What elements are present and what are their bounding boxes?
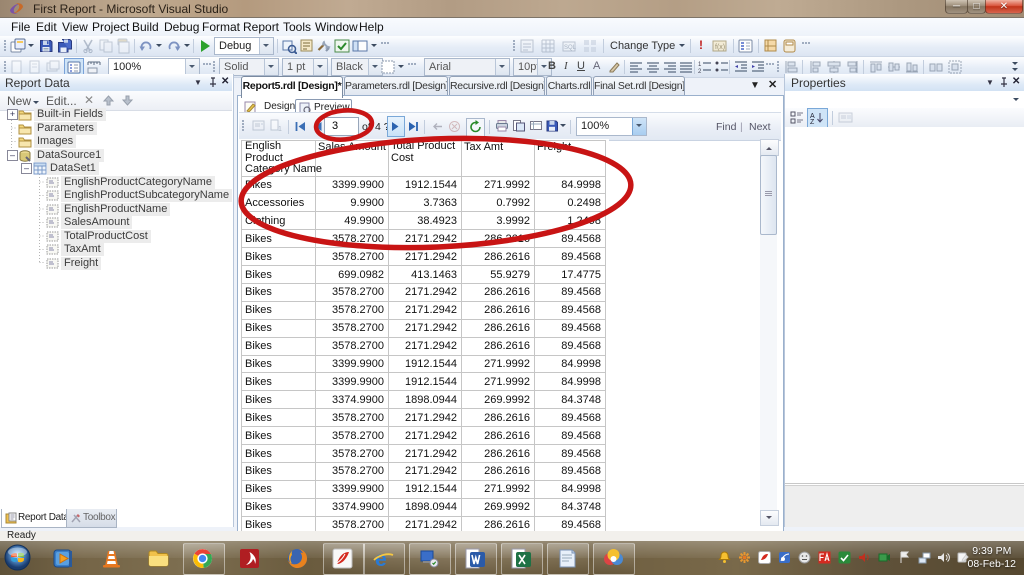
svg-text:Z: Z: [810, 119, 815, 124]
svg-text:f(x): f(x): [715, 44, 725, 51]
svg-text:1: 1: [698, 62, 702, 68]
svg-text:e: e: [375, 548, 387, 570]
svg-text:SQL: SQL: [564, 45, 577, 51]
svg-text:1: 1: [278, 126, 282, 133]
